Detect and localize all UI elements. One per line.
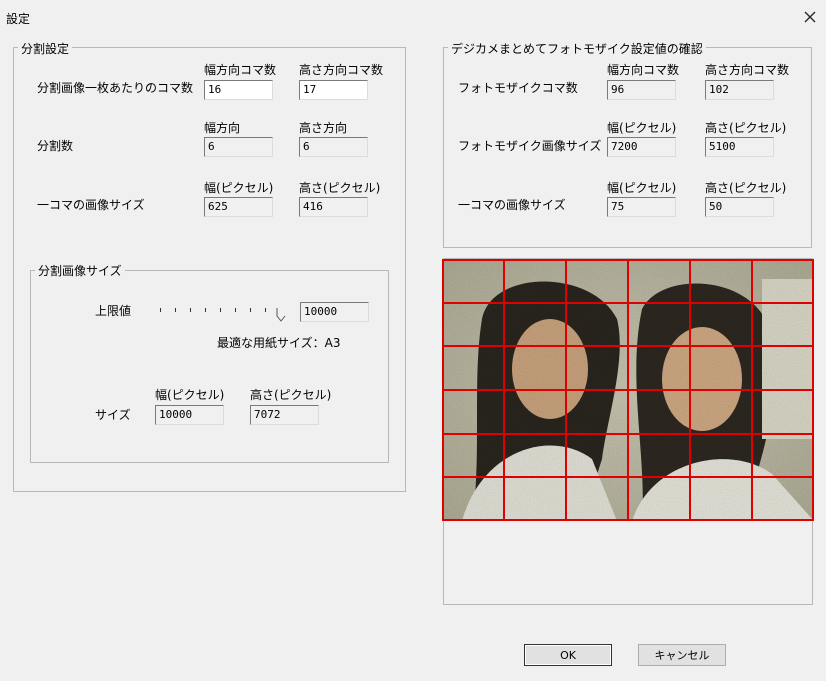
mosaic-height-px-header: 高さ(ピクセル): [705, 121, 787, 135]
size-width-field: 10000: [155, 405, 224, 425]
split-count-label: 分割数: [37, 139, 74, 153]
split-image-size-group: [30, 270, 389, 463]
split-height-field: 6: [299, 137, 368, 157]
confirm-legend: デジカメまとめてフォトモザイク設定値の確認: [448, 40, 706, 57]
confirm-cell-size-label: 一コマの画像サイズ: [458, 198, 566, 212]
upper-limit-slider[interactable]: [157, 308, 287, 322]
mosaic-size-label: フォトモザイク画像サイズ: [458, 139, 602, 153]
cell-width-field: 625: [204, 197, 273, 217]
cell-width-px-header: 幅(ピクセル): [204, 181, 274, 195]
mosaic-width-px-header: 幅(ピクセル): [607, 121, 677, 135]
split-width-field: 6: [204, 137, 273, 157]
window-title: 設定: [6, 12, 31, 26]
cancel-button[interactable]: キャンセル: [638, 644, 726, 666]
confirm-cell-height-field: 50: [705, 197, 774, 217]
upper-limit-field: 10000: [300, 302, 369, 322]
close-button[interactable]: [796, 4, 824, 30]
split-image-size-legend: 分割画像サイズ: [35, 262, 125, 279]
width-count-input[interactable]: 16: [204, 80, 273, 100]
mosaic-height-count-field: 102: [705, 80, 774, 100]
size-width-px-header: 幅(ピクセル): [155, 388, 225, 402]
height-count-input[interactable]: 17: [299, 80, 368, 100]
height-dir-header: 高さ方向: [299, 121, 348, 135]
confirm-cell-height-header: 高さ(ピクセル): [705, 181, 787, 195]
slider-thumb[interactable]: [276, 308, 286, 322]
mosaic-height-count-header: 高さ方向コマ数: [705, 63, 790, 77]
confirm-cell-width-field: 75: [607, 197, 676, 217]
cell-height-px-header: 高さ(ピクセル): [299, 181, 381, 195]
mosaic-width-count-field: 96: [607, 80, 676, 100]
title-bar: [0, 0, 826, 32]
close-icon: [804, 11, 816, 23]
ok-button[interactable]: OK: [524, 644, 612, 666]
mosaic-height-px-field: 5100: [705, 137, 774, 157]
mosaic-count-label: フォトモザイクコマ数: [458, 81, 578, 95]
cell-height-field: 416: [299, 197, 368, 217]
split-settings-legend: 分割設定: [18, 40, 73, 57]
paper-size-text: 最適な用紙サイズ：A3: [217, 336, 341, 350]
size-height-field: 7072: [250, 405, 319, 425]
size-label: サイズ: [95, 408, 131, 422]
size-height-px-header: 高さ(ピクセル): [250, 388, 332, 402]
mosaic-width-count-header: 幅方向コマ数: [607, 63, 680, 77]
height-count-header: 高さ方向コマ数: [299, 63, 384, 77]
mosaic-grid-overlay: [442, 259, 814, 521]
width-dir-header: 幅方向: [204, 121, 241, 135]
upper-limit-label: 上限値: [95, 304, 132, 318]
width-count-header: 幅方向コマ数: [204, 63, 277, 77]
mosaic-width-px-field: 7200: [607, 137, 676, 157]
per-image-count-label: 分割画像一枚あたりのコマ数: [37, 81, 194, 95]
cell-size-label: 一コマの画像サイズ: [37, 198, 145, 212]
confirm-cell-width-header: 幅(ピクセル): [607, 181, 677, 195]
